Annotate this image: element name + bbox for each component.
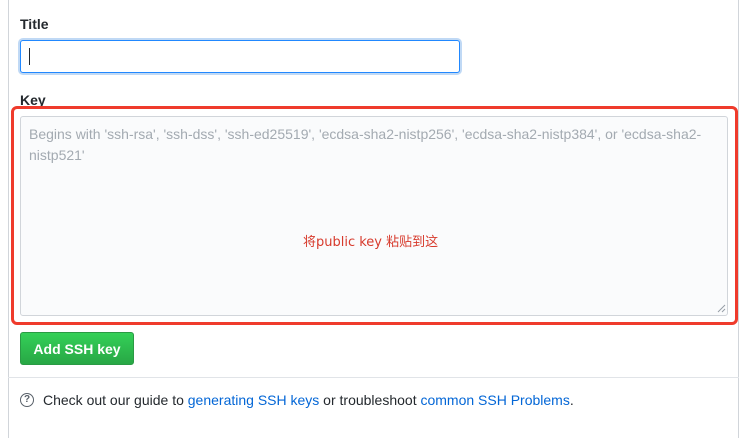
title-input[interactable] [20,40,460,73]
generating-ssh-keys-link[interactable]: generating SSH keys [188,392,320,408]
key-placeholder: Begins with 'ssh-rsa', 'ssh-dss', 'ssh-e… [29,126,702,163]
help-footer: ? Check out our guide to generating SSH … [20,392,574,408]
question-circle-icon: ? [20,393,34,407]
add-ssh-key-button[interactable]: Add SSH key [20,332,134,365]
paste-annotation: 将public key 粘贴到这 [303,235,439,250]
divider [8,377,739,378]
title-label: Title [20,16,49,32]
common-ssh-problems-link[interactable]: common SSH Problems [420,392,569,408]
resize-grip-icon[interactable] [716,303,726,313]
panel-left-border [8,0,9,438]
footer-text-middle: or troubleshoot [319,392,421,408]
footer-text-after: . [569,392,574,408]
text-caret [29,48,30,65]
panel-right-border [738,0,739,438]
footer-text-before: Check out our guide to [43,392,188,408]
